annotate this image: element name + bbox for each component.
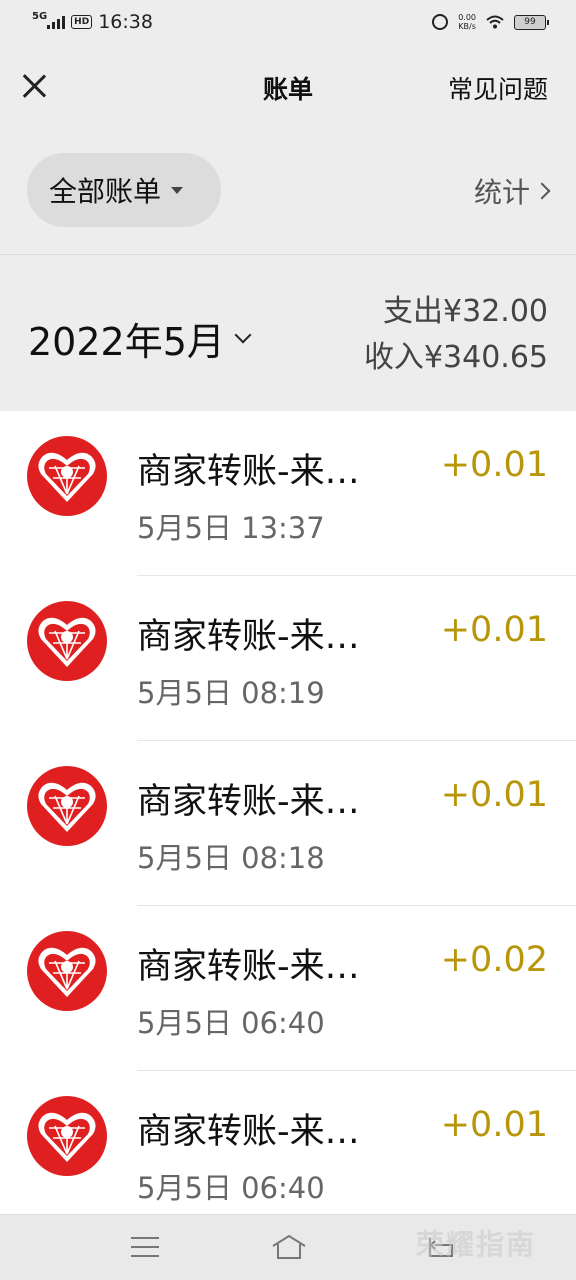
menu-icon[interactable] <box>131 1237 159 1259</box>
network-speed-value: 0.00 <box>458 13 476 22</box>
faq-link[interactable]: 常见问题 <box>448 70 548 106</box>
transaction-amount: +0.01 <box>440 610 548 650</box>
stats-label: 统计 <box>473 176 530 209</box>
caret-down-icon <box>171 186 184 194</box>
transaction-title: 商家转账-来… <box>137 452 360 492</box>
transaction-amount: +0.02 <box>440 940 548 980</box>
alarm-icon <box>432 14 449 30</box>
income-label: 收入 <box>363 340 424 375</box>
expense-label: 支出 <box>383 294 444 329</box>
transaction-title: 商家转账-来… <box>137 782 360 822</box>
status-time: 16:38 <box>98 11 153 33</box>
pinduoduo-logo-icon <box>27 601 107 681</box>
transaction-title: 商家转账-来… <box>137 1112 360 1152</box>
transaction-time: 5月5日 06:40 <box>137 1006 325 1040</box>
transaction-item[interactable]: 商家转账-来… 5月5日 06:40 +0.02 <box>0 906 576 1071</box>
filter-row: 全部账单 统计 <box>0 153 576 227</box>
watermark: 荣耀指南 <box>415 1228 536 1261</box>
transaction-amount: +0.01 <box>440 445 548 485</box>
transaction-item[interactable]: 商家转账-来… 5月5日 13:37 +0.01 <box>0 411 576 576</box>
header: 账单 常见问题 <box>0 44 576 132</box>
transaction-item[interactable]: 商家转账-来… 5月5日 08:19 +0.01 <box>0 576 576 741</box>
transaction-item[interactable]: 商家转账-来… 5月5日 06:40 +0.01 <box>0 1071 576 1214</box>
transaction-item[interactable]: 商家转账-来… 5月5日 08:18 +0.01 <box>0 741 576 906</box>
expense-value: ¥32.00 <box>443 294 548 329</box>
transaction-amount: +0.01 <box>440 775 548 815</box>
expense-total: 支出¥32.00 <box>364 289 548 335</box>
month-label: 2022年5月 <box>28 320 225 364</box>
transaction-time: 5月5日 08:18 <box>137 841 325 875</box>
stats-link[interactable]: 统计 <box>473 171 551 211</box>
income-total: 收入¥340.65 <box>364 335 548 381</box>
all-bills-label: 全部账单 <box>49 175 162 208</box>
network-speed-unit: KB/s <box>458 22 476 31</box>
transaction-time: 5月5日 08:19 <box>137 676 325 710</box>
pinduoduo-logo-icon <box>27 931 107 1011</box>
transaction-time: 5月5日 13:37 <box>137 511 325 545</box>
network-type: 5G <box>32 11 48 22</box>
month-totals: 支出¥32.00 收入¥340.65 <box>364 289 548 381</box>
status-right: 0.00 KB/s 99 <box>432 13 549 31</box>
status-left: 5G HD 16:38 <box>32 11 153 33</box>
all-bills-filter[interactable]: 全部账单 <box>27 153 221 227</box>
pinduoduo-logo-icon <box>27 436 107 516</box>
home-icon[interactable] <box>270 1233 308 1261</box>
battery-icon: 99 <box>514 14 549 30</box>
transaction-amount: +0.01 <box>440 1105 548 1145</box>
status-bar: 5G HD 16:38 0.00 KB/s 99 <box>0 0 576 44</box>
wifi-icon <box>486 15 504 29</box>
income-value: ¥340.65 <box>423 340 548 375</box>
signal-icon <box>47 15 66 29</box>
transaction-time: 5月5日 06:40 <box>137 1171 325 1205</box>
system-nav-bar: 荣耀指南 <box>0 1214 576 1280</box>
month-selector[interactable]: 2022年5月 <box>28 311 252 366</box>
transaction-title: 商家转账-来… <box>137 617 360 657</box>
chevron-right-icon <box>533 182 551 200</box>
transaction-list: 商家转账-来… 5月5日 13:37 +0.01 商家转账-来… 5月5日 08… <box>0 411 576 1214</box>
network-speed: 0.00 KB/s <box>458 13 476 31</box>
pinduoduo-logo-icon <box>27 766 107 846</box>
month-summary: 2022年5月 支出¥32.00 收入¥340.65 <box>0 255 576 411</box>
transaction-title: 商家转账-来… <box>137 947 360 987</box>
chevron-down-icon <box>234 326 252 343</box>
pinduoduo-logo-icon <box>27 1096 107 1176</box>
hd-badge: HD <box>71 15 93 29</box>
